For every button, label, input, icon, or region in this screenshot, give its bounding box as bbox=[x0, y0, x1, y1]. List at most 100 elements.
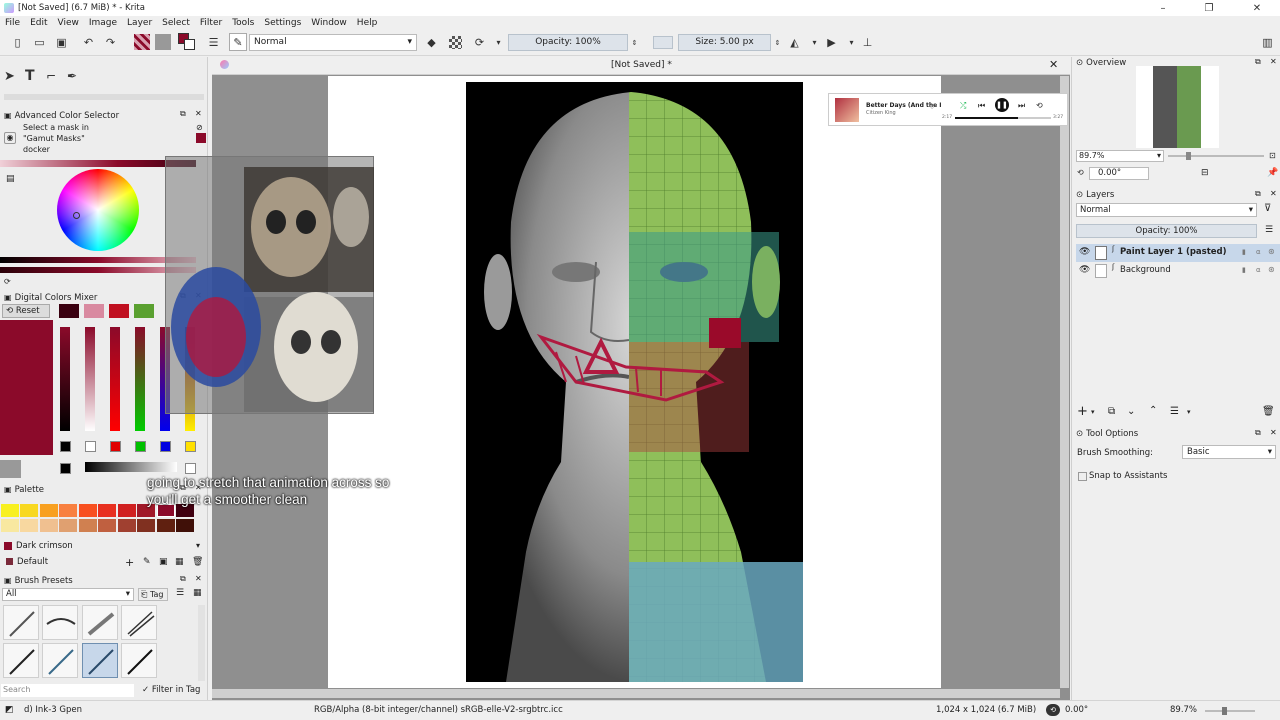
alpha-icon[interactable]: α bbox=[1256, 248, 1261, 256]
chevron-down-icon[interactable]: ▾ bbox=[196, 541, 200, 550]
float-docker-icon[interactable]: ⧉ bbox=[1255, 57, 1261, 67]
float-docker-icon[interactable]: ⧉ bbox=[180, 574, 186, 584]
calligraphy-tool-icon[interactable]: ✒ bbox=[67, 69, 77, 83]
rotate-icon[interactable]: ⟲ bbox=[1077, 168, 1084, 177]
list-view-icon[interactable]: ☰ bbox=[176, 588, 184, 598]
refresh-icon[interactable]: ⟳ bbox=[4, 277, 11, 286]
menu-filter[interactable]: Filter bbox=[195, 18, 227, 28]
palette-swatch[interactable] bbox=[137, 519, 155, 532]
palette-swatch[interactable] bbox=[1, 504, 19, 517]
text-tool-icon[interactable]: T bbox=[25, 68, 35, 84]
canvas-horizontal-scrollbar[interactable] bbox=[212, 689, 1060, 698]
layer-opacity-slider[interactable]: Opacity: 100% bbox=[1076, 224, 1257, 238]
close-canvas-icon[interactable]: ✕ bbox=[1049, 58, 1058, 71]
flow-slider[interactable] bbox=[653, 36, 673, 49]
zoom-slider[interactable] bbox=[1168, 155, 1264, 157]
mixer-chip-green[interactable] bbox=[135, 441, 146, 452]
palette-swatch[interactable] bbox=[20, 519, 38, 532]
docker-menu-icon[interactable]: ▣ bbox=[4, 111, 12, 120]
overview-thumbnail[interactable] bbox=[1136, 66, 1219, 148]
spin-arrows-icon[interactable]: ⇕ bbox=[628, 36, 641, 49]
repeat-icon[interactable]: ⟲ bbox=[1036, 101, 1043, 110]
mixer-channel-white[interactable] bbox=[85, 327, 95, 431]
visibility-eye-icon[interactable]: 👁 bbox=[1079, 247, 1090, 257]
gray-ramp[interactable] bbox=[85, 462, 177, 472]
chevron-down-icon[interactable]: ▾ bbox=[492, 36, 505, 49]
pin-icon[interactable]: 📌 bbox=[1267, 168, 1278, 178]
mirror-vertical-icon[interactable]: ▶ bbox=[825, 36, 838, 49]
palette-name[interactable]: Default bbox=[17, 557, 48, 567]
zoom-select[interactable]: 89.7% ▾ bbox=[1076, 150, 1164, 162]
color-selector-settings-icon[interactable]: ▤ bbox=[6, 174, 15, 184]
gradient-swatch-icon[interactable] bbox=[134, 34, 150, 50]
mixer-channel-dark[interactable] bbox=[60, 327, 70, 431]
alpha-icon[interactable]: α bbox=[1256, 266, 1261, 274]
brush-presets-scrollbar[interactable] bbox=[198, 605, 205, 681]
brush-settings-icon[interactable]: ☰ bbox=[207, 36, 220, 49]
select-tool-icon[interactable]: ➤ bbox=[4, 69, 15, 84]
no-entry-icon[interactable]: ⊘ bbox=[196, 123, 203, 132]
current-color-chip[interactable] bbox=[196, 133, 206, 143]
save-palette-icon[interactable]: ▣ bbox=[159, 557, 168, 567]
grid-view-icon[interactable]: ▦ bbox=[193, 588, 202, 598]
palette-swatch[interactable] bbox=[118, 519, 136, 532]
palette-swatch[interactable] bbox=[79, 519, 97, 532]
mixer-channel-green[interactable] bbox=[135, 327, 145, 431]
fg-bg-color-icon[interactable] bbox=[178, 33, 196, 51]
color-space-info[interactable]: RGB/Alpha (8-bit integer/channel) sRGB-e… bbox=[314, 705, 563, 715]
track-progress-bar[interactable] bbox=[955, 117, 1051, 119]
color-wheel[interactable] bbox=[57, 169, 139, 251]
mixer-chip-white[interactable] bbox=[185, 463, 196, 474]
brush-filter-select[interactable]: All ▾ bbox=[2, 588, 134, 601]
lock-icon[interactable]: ▮ bbox=[1242, 266, 1246, 274]
menu-layer[interactable]: Layer bbox=[122, 18, 157, 28]
float-docker-icon[interactable]: ⧉ bbox=[1255, 428, 1261, 438]
status-zoom[interactable]: 89.7% bbox=[1170, 705, 1197, 715]
toolbox-scrollbar[interactable] bbox=[4, 94, 204, 100]
move-layer-down-icon[interactable]: ⌄ bbox=[1127, 406, 1135, 417]
palette-swatch[interactable] bbox=[98, 504, 116, 517]
docker-menu-icon[interactable]: ⊙ bbox=[1076, 190, 1083, 200]
fit-view-icon[interactable]: ⊡ bbox=[1269, 151, 1276, 160]
grid-view-icon[interactable]: ▦ bbox=[175, 557, 184, 567]
docker-menu-icon[interactable]: ⊙ bbox=[1076, 58, 1083, 68]
spin-arrows-icon[interactable]: ⇕ bbox=[771, 36, 784, 49]
rotation-input[interactable]: 0.00° bbox=[1089, 167, 1149, 180]
close-window-button[interactable]: ✕ bbox=[1234, 0, 1280, 16]
status-rotation[interactable]: 0.00° bbox=[1065, 705, 1088, 715]
status-zoom-slider[interactable] bbox=[1205, 710, 1255, 712]
canvas-tab-title[interactable]: [Not Saved] * bbox=[611, 60, 672, 70]
lock-icon[interactable]: ▮ bbox=[1242, 248, 1246, 256]
zoom-slider-handle[interactable] bbox=[1186, 152, 1191, 160]
color-wheel-cursor[interactable] bbox=[73, 212, 80, 219]
docker-layout-icon[interactable]: ▥ bbox=[1261, 36, 1274, 49]
close-docker-icon[interactable]: ✕ bbox=[1270, 57, 1277, 66]
brush-preset-thumb[interactable] bbox=[3, 605, 39, 640]
pause-icon[interactable]: ❚❚ bbox=[995, 98, 1009, 112]
save-icon[interactable]: ▣ bbox=[55, 36, 68, 49]
menu-view[interactable]: View bbox=[53, 18, 84, 28]
rotate-icon[interactable]: ⟲ bbox=[1046, 704, 1060, 716]
eraser-icon[interactable]: ◆ bbox=[425, 36, 438, 49]
palette-swatch[interactable] bbox=[98, 519, 116, 532]
brush-preset-thumb[interactable] bbox=[42, 643, 78, 678]
move-layer-up-icon[interactable]: ⌃ bbox=[1149, 405, 1157, 416]
mixer-chip-black[interactable] bbox=[60, 441, 71, 452]
open-folder-icon[interactable]: ▭ bbox=[33, 36, 46, 49]
float-docker-icon[interactable]: ⧉ bbox=[1255, 189, 1261, 199]
palette-swatch[interactable] bbox=[40, 504, 58, 517]
menu-file[interactable]: File bbox=[0, 18, 25, 28]
palette-swatch[interactable] bbox=[40, 519, 58, 532]
redo-icon[interactable]: ↷ bbox=[104, 36, 117, 49]
edit-swatch-icon[interactable]: ✎ bbox=[143, 557, 151, 567]
mixer-chip-white[interactable] bbox=[85, 441, 96, 452]
opacity-slider[interactable]: Opacity: 100% bbox=[508, 34, 628, 51]
layer-row[interactable]: 👁 ʃ Background ▮ α ⊛ bbox=[1076, 262, 1280, 280]
wrap-around-icon[interactable]: ⊥ bbox=[861, 36, 874, 49]
next-track-icon[interactable]: ⏭ bbox=[1018, 101, 1025, 111]
chevron-down-icon[interactable]: ▾ bbox=[845, 36, 858, 49]
edit-shapes-tool-icon[interactable]: ⌐ bbox=[46, 69, 56, 83]
close-docker-icon[interactable]: ✕ bbox=[195, 109, 202, 118]
brush-preset-thumb[interactable] bbox=[3, 643, 39, 678]
heart-icon[interactable]: ♡ bbox=[929, 103, 935, 111]
